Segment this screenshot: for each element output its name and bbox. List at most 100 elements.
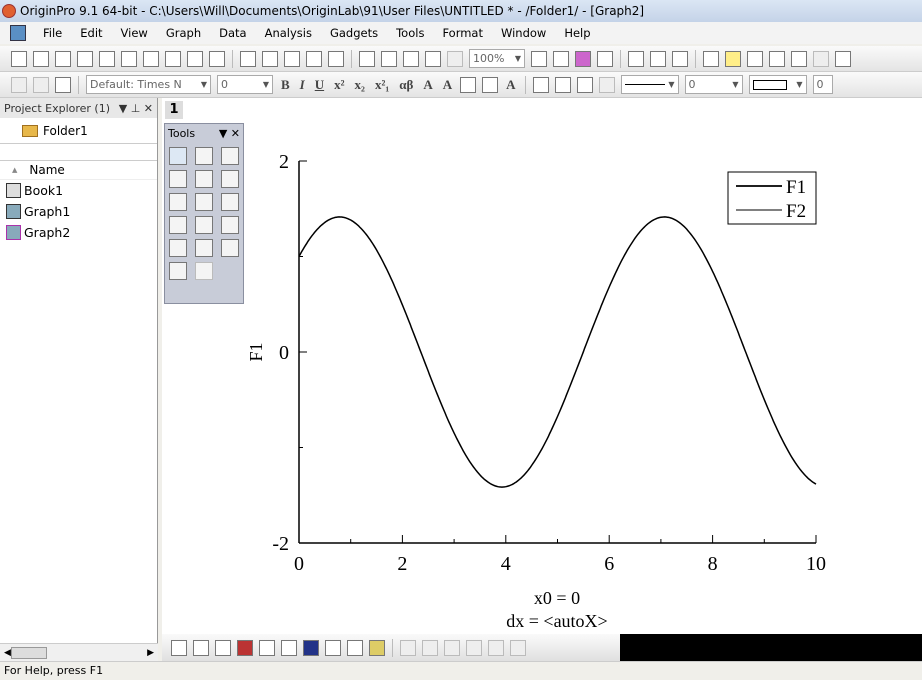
border-select[interactable]: ▼ [748,75,807,94]
align-icon[interactable] [460,76,477,93]
apps-icon[interactable] [791,50,807,67]
open-template-icon[interactable] [262,50,278,67]
import-icon[interactable] [359,50,375,67]
bars-icon[interactable] [482,76,499,93]
new-notes-icon[interactable] [187,50,203,67]
new-matrix-icon[interactable] [121,50,137,67]
menu-view[interactable]: View [112,26,157,40]
cut-icon[interactable] [11,76,27,93]
image-plot-icon[interactable] [510,639,526,656]
line-tool-icon[interactable] [195,216,213,234]
sum-icon[interactable] [835,50,851,67]
hand-icon[interactable] [169,239,187,257]
inset-graph-icon[interactable] [221,239,239,257]
template-library-icon[interactable] [369,639,385,656]
data-reader-icon[interactable] [195,170,213,188]
new-layout-icon[interactable] [165,50,181,67]
line-plot-icon[interactable] [171,639,187,656]
menu-analysis[interactable]: Analysis [256,26,321,40]
copy-icon[interactable] [33,76,49,93]
3d-wire-icon[interactable] [466,639,482,656]
pointer-icon[interactable] [169,147,187,165]
bold-icon[interactable]: B [281,77,290,93]
mask-icon[interactable] [169,193,187,211]
stock-plot-icon[interactable] [347,639,363,656]
menu-edit[interactable]: Edit [71,26,111,40]
rectangle-tool-icon[interactable] [221,216,239,234]
font-color-icon[interactable]: A [506,77,515,93]
area-plot-icon[interactable] [303,639,319,656]
menu-file[interactable]: File [34,26,71,40]
project-explorer-icon[interactable] [703,50,719,67]
box-chart-icon[interactable] [281,639,297,656]
menu-gadgets[interactable]: Gadgets [321,26,387,40]
open-icon[interactable] [240,50,256,67]
name-column-header[interactable]: ▲ Name [0,160,157,180]
new-function-icon[interactable] [143,50,159,67]
new-graph-icon[interactable] [99,50,115,67]
supsubscript-icon[interactable]: x²₁ [375,77,389,93]
new-project-icon[interactable] [11,50,27,67]
new-folder-icon[interactable] [33,50,49,67]
data-selector-icon[interactable] [221,170,239,188]
import-multiple-icon[interactable] [403,50,419,67]
zoom-select[interactable]: 100% ▼ [469,49,525,68]
list-item-book1[interactable]: Book1 [0,180,157,201]
menu-tools[interactable]: Tools [387,26,433,40]
menu-graph[interactable]: Graph [157,26,210,40]
menu-window[interactable]: Window [492,26,555,40]
rotate-icon[interactable] [169,262,187,280]
fill-color-icon[interactable] [532,76,549,93]
export-slide-icon[interactable] [553,50,569,67]
equation-icon[interactable] [195,239,213,257]
symbol-size-select[interactable]: 0 [812,75,833,94]
multi-panel-icon[interactable] [259,639,275,656]
decrease-font-icon[interactable]: A [443,77,452,93]
pane-controls[interactable]: ▼ ⊥ ✕ [119,102,153,115]
new-workbook-icon[interactable] [55,50,71,67]
line-symbol-plot-icon[interactable] [215,639,231,656]
lighting-icon[interactable] [598,76,615,93]
layer-icon[interactable] [195,262,213,280]
list-item-graph1[interactable]: Graph1 [0,201,157,222]
folder-node[interactable]: Folder1 [0,118,157,144]
font-select[interactable]: Default: Times N ▼ [86,75,211,94]
command-window-icon[interactable] [672,50,688,67]
line-color-icon[interactable] [576,76,593,93]
movie-icon[interactable] [597,50,613,67]
line-style-select[interactable]: ▼ [620,75,679,94]
line-width-select[interactable]: 0 ▼ [684,75,743,94]
3d-surface-icon[interactable] [422,639,438,656]
draw-data-icon[interactable] [195,193,213,211]
menu-format[interactable]: Format [433,26,492,40]
italic-icon[interactable]: I [300,77,305,93]
pattern-icon[interactable] [554,76,571,93]
tools-close[interactable]: ▼ ✕ [219,127,240,140]
text-tool-icon[interactable] [221,193,239,211]
save-icon[interactable] [306,50,322,67]
new-excel-icon[interactable] [77,50,93,67]
open-excel-icon[interactable] [284,50,300,67]
recalculate-icon[interactable] [447,50,463,67]
menu-help[interactable]: Help [555,26,599,40]
subscript-icon[interactable]: x₂ [355,77,365,93]
arrow-tool-icon[interactable] [169,216,187,234]
underline-icon[interactable]: U [315,77,324,93]
document-icon[interactable] [10,25,26,41]
notes-icon[interactable] [769,50,785,67]
paste-icon[interactable] [55,76,71,93]
new-script-icon[interactable] [209,50,225,67]
add-column-icon[interactable] [813,50,829,67]
polar-plot-icon[interactable] [325,639,341,656]
contour-icon[interactable] [488,639,504,656]
greek-icon[interactable]: αβ [399,77,413,93]
superscript-icon[interactable]: x² [334,77,344,93]
save-template-icon[interactable] [328,50,344,67]
object-manager-icon[interactable] [725,50,741,67]
menu-data[interactable]: Data [210,26,255,40]
print-icon[interactable] [531,50,547,67]
results-log-icon[interactable] [650,50,666,67]
column-plot-icon[interactable] [237,639,253,656]
duplicate-icon[interactable] [425,50,441,67]
3d-bars-icon[interactable] [444,639,460,656]
